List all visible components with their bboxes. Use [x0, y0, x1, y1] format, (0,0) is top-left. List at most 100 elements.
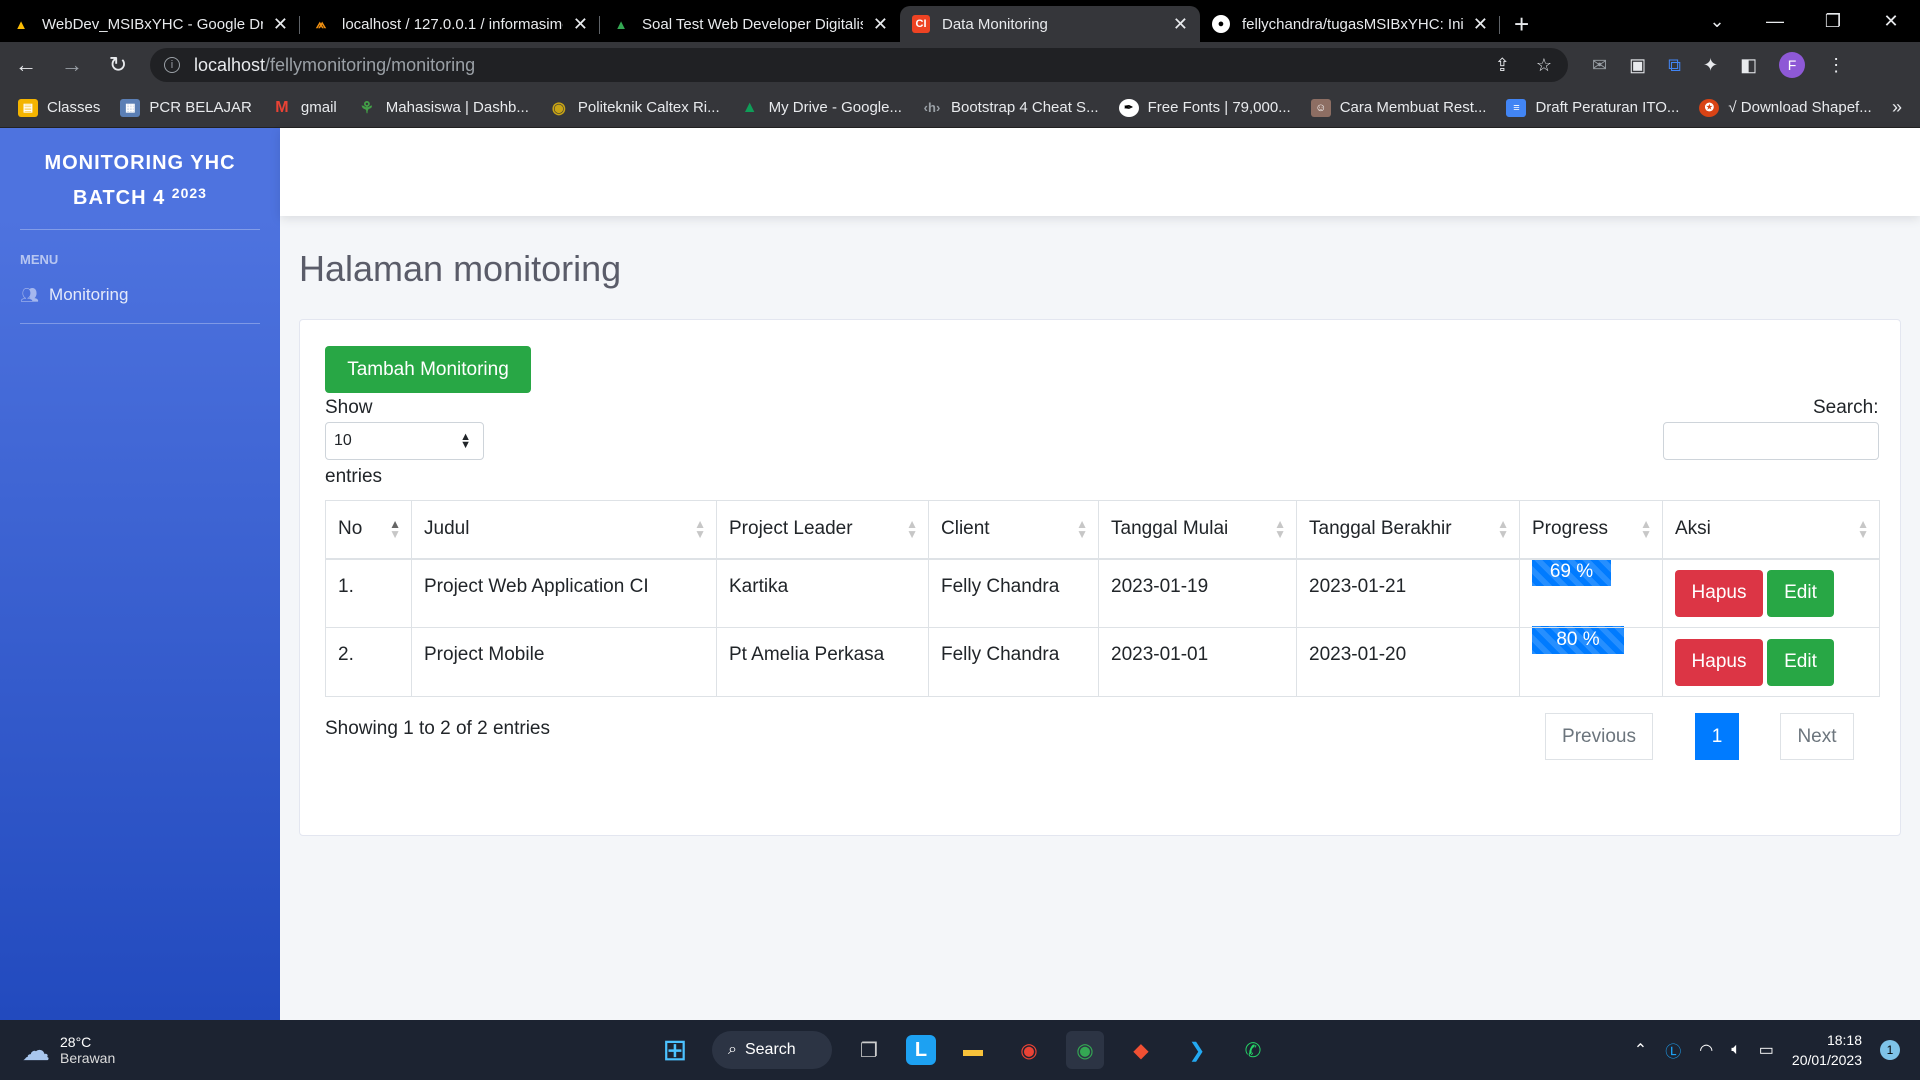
- close-icon[interactable]: ✕: [273, 14, 288, 35]
- info-icon[interactable]: i: [164, 57, 180, 73]
- wifi-icon[interactable]: ◠: [1699, 1040, 1713, 1060]
- lync-tray-icon[interactable]: Ⓛ: [1665, 1038, 1681, 1062]
- clock[interactable]: 18:18 20/01/2023: [1792, 1030, 1862, 1070]
- bookmark-item[interactable]: ✒ Free Fonts | 79,000...: [1118, 98, 1291, 117]
- puzzle-icon[interactable]: ✦: [1703, 55, 1718, 76]
- whatsapp-icon[interactable]: ✆: [1234, 1031, 1272, 1069]
- caltex-icon: ◉: [551, 99, 566, 117]
- browser-tab[interactable]: ⩕ localhost / 127.0.0.1 / informasimonit…: [300, 6, 600, 42]
- column-header-no[interactable]: No ▲ ▼: [325, 500, 412, 560]
- sidebar-item-monitoring[interactable]: 👥︎ Monitoring: [0, 267, 280, 323]
- cell-aksi: Hapus Edit: [1662, 627, 1880, 697]
- chevron-up-icon[interactable]: ⌃: [1634, 1040, 1647, 1060]
- address-bar[interactable]: i localhost/fellymonitoring/monitoring ⇪…: [150, 48, 1568, 82]
- bookmark-item[interactable]: ◉ Politeknik Caltex Ri...: [549, 99, 720, 117]
- bookmark-item[interactable]: ⚘ Mahasiswa | Dashb...: [357, 99, 529, 117]
- browser-tab[interactable]: ▲ WebDev_MSIBxYHC - Google Drive ✕: [0, 6, 300, 42]
- codeigniter-icon: CI: [912, 15, 930, 33]
- weather-widget[interactable]: ☁ 28°C Berawan: [22, 1034, 115, 1067]
- delete-button[interactable]: Hapus: [1675, 638, 1763, 686]
- edit-button[interactable]: Edit: [1767, 638, 1834, 686]
- volume-icon[interactable]: 🔈︎: [1731, 1041, 1741, 1059]
- close-icon[interactable]: ✕: [1173, 14, 1188, 35]
- git-icon[interactable]: ◆: [1122, 1031, 1160, 1069]
- column-header-client[interactable]: Client ▲ ▼: [928, 500, 1099, 560]
- bookmark-item[interactable]: ≡ Draft Peraturan ITO...: [1506, 98, 1679, 117]
- cell-judul: Project Mobile: [411, 627, 717, 697]
- column-header-judul[interactable]: Judul ▲ ▼: [411, 500, 717, 560]
- bookmark-item[interactable]: ✪ √ Download Shapef...: [1699, 98, 1872, 117]
- minimize-icon[interactable]: —: [1746, 11, 1804, 32]
- next-page-button[interactable]: Next: [1780, 713, 1854, 760]
- close-icon[interactable]: ✕: [1473, 14, 1488, 35]
- page-1-button[interactable]: 1: [1695, 713, 1739, 760]
- sort-icon: ▲ ▼: [1274, 517, 1286, 541]
- taskbar: ☁ 28°C Berawan ⊞ ⌕ Search ❐ L ▬ ◉ ◉ ◆ ❯ ✆…: [0, 1020, 1920, 1080]
- search-input[interactable]: [1663, 422, 1879, 460]
- sort-icon: ▲ ▼: [1497, 517, 1509, 541]
- chrome-profile-icon[interactable]: ◉: [1066, 1031, 1104, 1069]
- pagination: Next: [1780, 713, 1854, 760]
- monitoring-table: No ▲ ▼ Judul ▲ ▼ Project Leader ▲ ▼ Client ▲ ▼ T…: [325, 500, 1880, 697]
- battery-icon[interactable]: ▭: [1759, 1040, 1774, 1060]
- bookmark-item[interactable]: ▦ PCR BELAJAR: [120, 98, 252, 117]
- restore-icon[interactable]: ❐: [1804, 11, 1862, 32]
- windows-start-icon[interactable]: ⊞: [656, 1031, 694, 1069]
- browser-tab[interactable]: ● fellychandra/tugasMSIBxYHC: Ini ✕: [1200, 6, 1500, 42]
- column-header-leader[interactable]: Project Leader ▲ ▼: [716, 500, 929, 560]
- gmail-icon: M: [275, 98, 289, 116]
- bookmark-item[interactable]: ☺ Cara Membuat Rest...: [1310, 98, 1486, 117]
- chevron-down-icon[interactable]: ⌄: [1688, 11, 1746, 32]
- sort-icon: ▲ ▼: [694, 517, 706, 541]
- side-panel-icon[interactable]: ◧: [1740, 55, 1757, 76]
- previous-page-button[interactable]: Previous: [1545, 713, 1653, 760]
- sort-icon: ▲ ▼: [1076, 517, 1088, 541]
- back-icon[interactable]: ←: [6, 52, 46, 78]
- bookmark-item[interactable]: ▤ Classes: [18, 98, 100, 117]
- bookmark-star-icon[interactable]: ☆: [1536, 55, 1552, 76]
- notification-badge[interactable]: 1: [1880, 1040, 1900, 1060]
- sidebar-brand[interactable]: MONITORING YHC BATCH 4 2023: [0, 128, 280, 213]
- close-icon[interactable]: ✕: [573, 14, 588, 35]
- entries-label: entries: [325, 466, 383, 487]
- reload-icon[interactable]: ↻: [98, 52, 138, 78]
- pagination: 1: [1695, 713, 1739, 760]
- file-explorer-icon[interactable]: ▬: [954, 1031, 992, 1069]
- taskbar-search[interactable]: ⌕ Search: [712, 1031, 832, 1069]
- translate-extension-icon[interactable]: ⧉: [1668, 55, 1681, 76]
- bootstrap-icon: ‹h›: [923, 100, 941, 115]
- forward-icon[interactable]: →: [52, 52, 92, 78]
- column-header-mulai[interactable]: Tanggal Mulai ▲ ▼: [1098, 500, 1297, 560]
- chrome-icon[interactable]: ◉: [1010, 1031, 1048, 1069]
- users-icon: 👥︎: [20, 287, 40, 304]
- entries-select[interactable]: 10 ▲ ▼: [325, 422, 484, 460]
- close-window-icon[interactable]: ✕: [1862, 11, 1920, 32]
- table-info: Showing 1 to 2 of 2 entries: [325, 718, 550, 739]
- delete-button[interactable]: Hapus: [1675, 569, 1763, 617]
- column-header-progress[interactable]: Progress ▲ ▼: [1519, 500, 1663, 560]
- close-icon[interactable]: ✕: [873, 14, 888, 35]
- share-icon[interactable]: ⇪: [1495, 55, 1510, 76]
- column-header-aksi[interactable]: Aksi ▲ ▼: [1662, 500, 1880, 560]
- browser-tab-active[interactable]: CI Data Monitoring ✕: [900, 6, 1200, 42]
- bookmark-item[interactable]: ▲ My Drive - Google...: [740, 99, 902, 117]
- lclient-app-icon[interactable]: L: [906, 1035, 936, 1065]
- browser-tab[interactable]: ▲ Soal Test Web Developer Digitalisasi ✕: [600, 6, 900, 42]
- mail-extension-icon[interactable]: ✉: [1592, 55, 1607, 76]
- edit-button[interactable]: Edit: [1767, 569, 1834, 617]
- cell-aksi: Hapus Edit: [1662, 558, 1880, 628]
- google-drive-icon: ▲: [14, 16, 28, 32]
- vscode-icon[interactable]: ❯: [1178, 1031, 1216, 1069]
- bookmark-item[interactable]: Mgmail: [272, 99, 337, 117]
- chevron-right-icon[interactable]: »: [1892, 97, 1902, 118]
- bookmark-item[interactable]: ‹h› Bootstrap 4 Cheat S...: [922, 99, 1099, 117]
- progress-bar: 69 %: [1532, 557, 1611, 586]
- add-monitoring-button[interactable]: Tambah Monitoring: [325, 346, 531, 393]
- notes-extension-icon[interactable]: ▣: [1629, 55, 1646, 76]
- avatar[interactable]: F: [1779, 52, 1806, 78]
- sidebar-item-label: Monitoring: [49, 285, 129, 304]
- new-tab-icon[interactable]: +: [1514, 9, 1529, 40]
- kebab-menu-icon[interactable]: ⋮: [1827, 55, 1845, 76]
- column-header-berakhir[interactable]: Tanggal Berakhir ▲ ▼: [1296, 500, 1520, 560]
- task-view-icon[interactable]: ❐: [850, 1031, 888, 1069]
